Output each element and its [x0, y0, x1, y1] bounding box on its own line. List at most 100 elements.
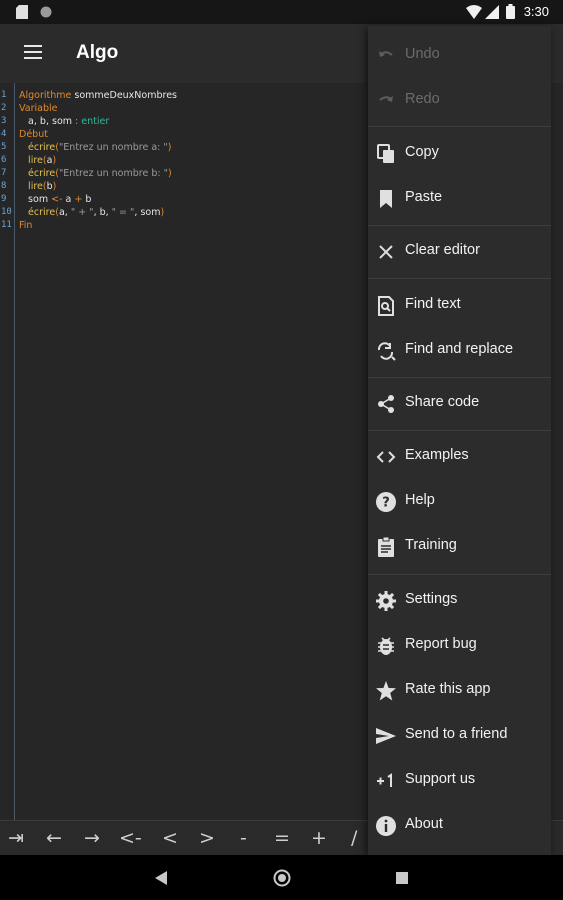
line-number: 1 [1, 90, 7, 100]
menu-help[interactable]: ? Help [368, 482, 551, 522]
code-line: écrire("Entrez un nombre a: ") [19, 141, 177, 154]
battery-icon [506, 4, 515, 19]
menu-paste[interactable]: Paste [368, 179, 551, 219]
code-line: Algorithme sommeDeuxNombres [19, 89, 177, 102]
menu-report-bug[interactable]: Report bug [368, 626, 551, 666]
menu-training[interactable]: Training [368, 527, 551, 567]
key-minus[interactable]: - [240, 827, 247, 849]
code-token: " + " [70, 207, 94, 218]
menu-examples[interactable]: Examples [368, 437, 551, 477]
code-token: : [72, 116, 82, 127]
code-token: lire [19, 181, 43, 192]
menu-copy[interactable]: Copy [368, 134, 551, 174]
code-token: Début [19, 129, 48, 140]
menu-about-label: About [405, 816, 443, 832]
status-bar: 3:30 [0, 0, 563, 24]
code-token: b [85, 194, 92, 205]
code-token: écrire [19, 207, 56, 218]
send-icon [376, 728, 396, 744]
overflow-menu: Undo Redo Copy Paste Clear editor Find t… [368, 26, 551, 855]
recents-icon[interactable] [396, 872, 408, 884]
wifi-icon [466, 5, 482, 19]
code-token: ) [160, 207, 165, 218]
menu-examples-label: Examples [405, 447, 469, 463]
signal-icon [485, 5, 499, 19]
home-icon[interactable] [273, 869, 291, 887]
key-arrow-right[interactable]: → [84, 827, 100, 849]
code-token: ) [167, 168, 172, 179]
code-token: + [74, 194, 86, 205]
code-token: Variable [19, 103, 58, 114]
line-number-gutter: 1 2 3 4 5 6 7 8 9 10 11 [0, 83, 15, 820]
line-number: 9 [1, 194, 7, 204]
code-token: lire [19, 155, 43, 166]
menu-clear-editor[interactable]: Clear editor [368, 232, 551, 272]
code-line: som <- a + b [19, 193, 177, 206]
menu-send-to-a-friend[interactable]: Send to a friend [368, 716, 551, 756]
menu-find-text-label: Find text [405, 296, 461, 312]
code-line: a, b, som : entier [19, 115, 177, 128]
copy-icon [377, 144, 394, 163]
menu-about[interactable]: About [368, 806, 551, 846]
key-assign[interactable]: <- [119, 827, 142, 849]
bookmark-paste-icon [380, 190, 392, 208]
key-divide[interactable]: / [351, 827, 357, 849]
app-title: Algo [76, 42, 119, 63]
menu-settings-label: Settings [405, 591, 458, 607]
menu-redo-label: Redo [405, 91, 440, 107]
code-token: a, b, som [19, 116, 73, 127]
plus-one-icon [377, 773, 392, 787]
menu-divider [368, 278, 551, 279]
menu-find-text[interactable]: Find text [368, 286, 551, 326]
code-token: Algorithme [19, 90, 75, 101]
menu-rate-this-app[interactable]: Rate this app [368, 671, 551, 711]
code-token: ) [167, 142, 172, 153]
code-token: <- [51, 194, 66, 205]
share-icon [378, 395, 394, 413]
line-number: 6 [1, 155, 7, 165]
star-icon [376, 681, 396, 701]
line-number: 3 [1, 116, 7, 126]
code-token: "Entrez un nombre b: " [58, 168, 168, 179]
code-line: Début [19, 128, 177, 141]
key-equals[interactable]: = [274, 827, 290, 849]
line-number: 2 [1, 103, 7, 113]
code-token: sommeDeuxNombres [74, 90, 178, 101]
clipboard-icon [378, 536, 394, 557]
code-icon [376, 451, 396, 463]
code-token: som [19, 194, 52, 205]
menu-divider [368, 574, 551, 575]
menu-training-label: Training [405, 537, 457, 553]
bug-icon [378, 637, 394, 655]
code-token: a, [58, 207, 71, 218]
code-token: entier [81, 116, 110, 127]
code-content[interactable]: Algorithme sommeDeuxNombres Variable a, b… [19, 89, 177, 232]
menu-find-and-replace[interactable]: Find and replace [368, 331, 551, 371]
key-arrow-left[interactable]: ← [46, 827, 62, 849]
menu-hamburger-icon[interactable] [24, 45, 42, 61]
menu-copy-label: Copy [405, 144, 439, 160]
line-number: 8 [1, 181, 7, 191]
back-icon[interactable] [155, 871, 167, 885]
menu-redo[interactable]: Redo [368, 81, 551, 121]
menu-share-code[interactable]: Share code [368, 384, 551, 424]
sd-card-icon [16, 5, 28, 19]
circle-notification-icon [40, 6, 52, 18]
key-less-than[interactable]: < [162, 827, 178, 849]
key-plus[interactable]: + [311, 827, 327, 849]
info-icon [376, 816, 396, 836]
menu-undo-label: Undo [405, 46, 440, 62]
menu-support-us[interactable]: Support us [368, 761, 551, 801]
find-in-page-icon [378, 296, 394, 316]
redo-icon [379, 96, 393, 102]
find-replace-icon [377, 342, 396, 361]
close-icon [379, 245, 393, 259]
menu-undo[interactable]: Undo [368, 36, 551, 76]
code-token: , som [134, 207, 161, 218]
menu-settings[interactable]: Settings [368, 581, 551, 621]
code-token: " = " [111, 207, 135, 218]
key-tab[interactable]: ⇥ [8, 827, 24, 849]
menu-paste-label: Paste [405, 189, 443, 205]
key-greater-than[interactable]: > [199, 827, 215, 849]
code-token: Fin [19, 220, 33, 231]
